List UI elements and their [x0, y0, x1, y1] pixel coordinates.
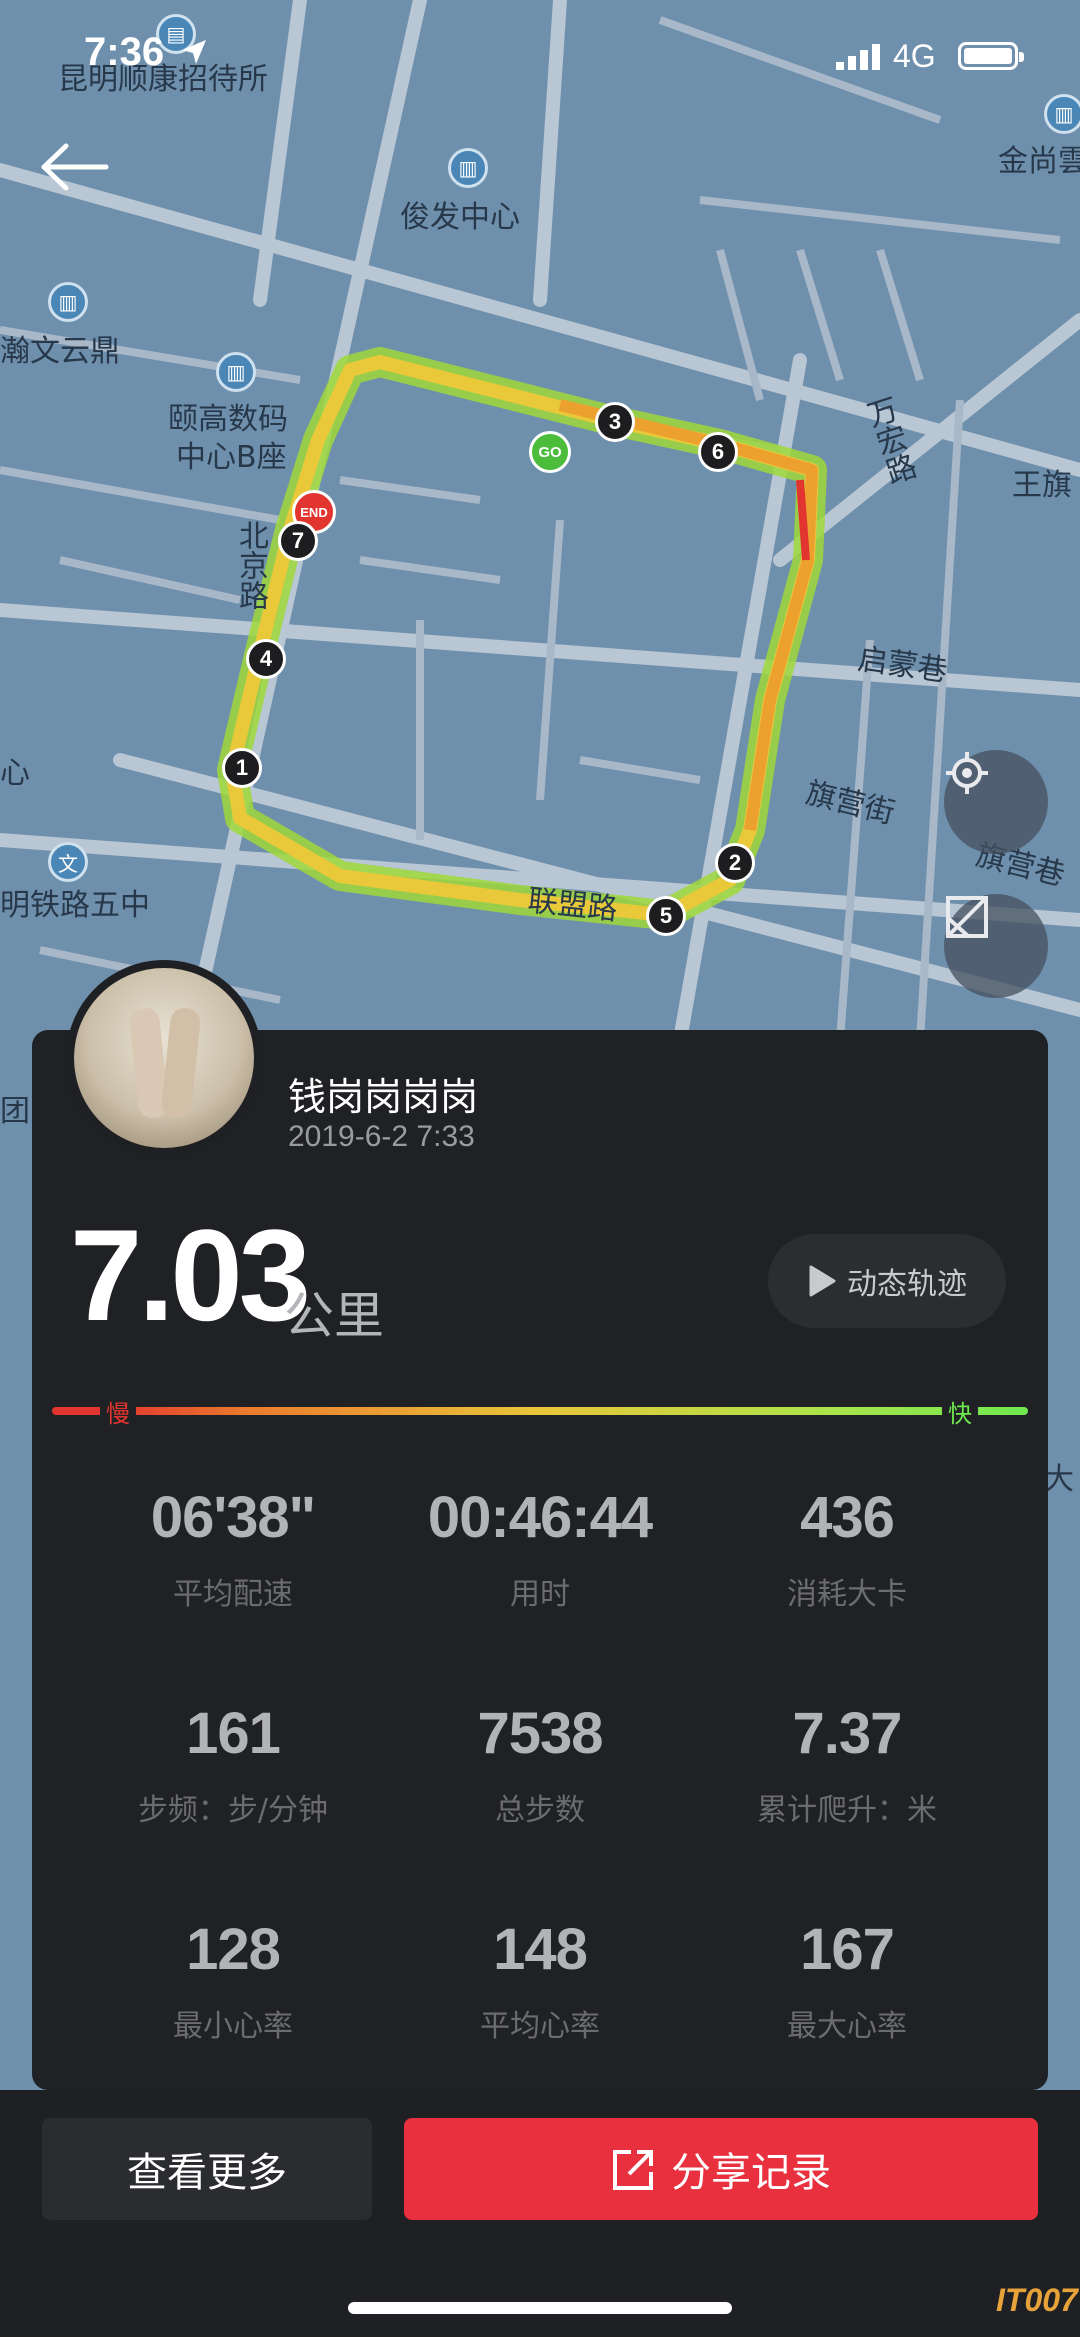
map-label: 王旗	[1012, 468, 1072, 503]
stat-avg-heart-rate: 148 平均心率	[387, 1916, 693, 2045]
map-label: 明铁路五中	[0, 888, 150, 923]
go-marker: GO	[529, 431, 571, 473]
stat-label: 最小心率	[173, 2009, 293, 2044]
stat-value: 128	[186, 1917, 281, 1982]
map-label: 中心B座	[176, 440, 287, 475]
lap-marker: 5	[646, 896, 686, 936]
stat-cadence: 161 步频：步/分钟	[80, 1700, 386, 1829]
map-label: 北京路	[233, 520, 268, 610]
map-label: 瀚文云鼎	[0, 334, 120, 369]
distance-value: 7.03	[70, 1202, 311, 1348]
stat-label: 步频：步/分钟	[137, 1793, 329, 1828]
pace-gradient	[52, 1407, 1028, 1415]
share-record-label: 分享记录	[671, 2150, 831, 2196]
stat-label: 用时	[510, 1577, 570, 1612]
lap-marker: 3	[595, 402, 635, 442]
stat-elevation-gain: 7.37 累计爬升：米	[694, 1700, 1000, 1829]
battery-icon	[958, 42, 1024, 70]
stat-value: 148	[493, 1917, 588, 1982]
poi-building-icon: ▥	[448, 148, 488, 188]
poi-building-icon: ▥	[48, 282, 88, 322]
share-icon	[613, 2150, 653, 2190]
map-label: 大	[1044, 1462, 1074, 1497]
lap-marker: 7	[278, 521, 318, 561]
stat-value: 161	[186, 1701, 281, 1766]
share-record-button[interactable]: 分享记录	[404, 2118, 1038, 2220]
stat-label: 平均心率	[480, 2009, 600, 2044]
stat-max-heart-rate: 167 最大心率	[694, 1916, 1000, 2045]
map-label: 金尚雲	[998, 144, 1080, 179]
locate-icon	[946, 752, 988, 794]
poi-school-icon: 文	[48, 842, 88, 882]
stat-total-steps: 7538 总步数	[387, 1700, 693, 1829]
distance-unit: 公里	[284, 1287, 384, 1345]
pace-legend: 慢 快	[52, 1394, 1028, 1429]
avatar[interactable]	[66, 960, 262, 1156]
back-arrow-icon[interactable]	[38, 140, 110, 194]
signal-icon	[836, 44, 880, 70]
status-time: 7:36	[84, 30, 165, 74]
stat-value: 7538	[477, 1701, 603, 1766]
map-label: 联盟路	[526, 883, 620, 928]
view-more-button[interactable]: 查看更多	[42, 2118, 372, 2220]
location-arrow-icon	[182, 40, 206, 64]
play-icon	[809, 1265, 836, 1297]
status-bar: 7:36 4G	[0, 0, 1080, 120]
user-name: 钱岗岗岗岗	[288, 1075, 479, 1119]
stat-value: 06'38"	[150, 1485, 316, 1550]
stat-calories: 436 消耗大卡	[694, 1484, 1000, 1613]
stat-avg-pace: 06'38" 平均配速	[80, 1484, 386, 1613]
pace-slow-label: 慢	[100, 1394, 136, 1429]
lap-marker: 2	[715, 843, 755, 883]
stat-label: 累计爬升：米	[757, 1793, 937, 1828]
stat-value: 00:46:44	[427, 1485, 653, 1550]
map-label: 心	[0, 756, 30, 791]
watermark-logo: IT007	[996, 2282, 1078, 2318]
map-style-button[interactable]	[944, 894, 1048, 998]
stat-value: 7.37	[792, 1701, 903, 1766]
locate-button[interactable]	[944, 750, 1048, 854]
map-layer-icon	[946, 896, 988, 938]
stat-label: 总步数	[495, 1793, 585, 1828]
stat-min-heart-rate: 128 最小心率	[80, 1916, 386, 2045]
stat-label: 最大心率	[787, 2009, 907, 2044]
dynamic-track-label: 动态轨迹	[847, 1267, 967, 1302]
stat-value: 167	[800, 1917, 895, 1982]
map-label: 俊发中心	[400, 200, 520, 235]
stat-label: 消耗大卡	[787, 1577, 907, 1612]
home-indicator[interactable]	[348, 2302, 732, 2314]
stat-label: 平均配速	[173, 1577, 293, 1612]
view-more-label: 查看更多	[127, 2150, 287, 2196]
stat-value: 436	[800, 1485, 895, 1550]
lap-marker: 6	[698, 432, 738, 472]
map-label: 团	[0, 1094, 30, 1129]
workout-datetime: 2019-6-2 7:33	[288, 1120, 475, 1153]
stat-duration: 00:46:44 用时	[387, 1484, 693, 1613]
dynamic-track-button[interactable]: 动态轨迹	[768, 1234, 1006, 1328]
poi-building-icon: ▥	[216, 352, 256, 392]
pace-fast-label: 快	[942, 1394, 978, 1429]
lap-marker: 1	[222, 748, 262, 788]
lap-marker: 4	[246, 639, 286, 679]
network-type: 4G	[893, 38, 936, 74]
